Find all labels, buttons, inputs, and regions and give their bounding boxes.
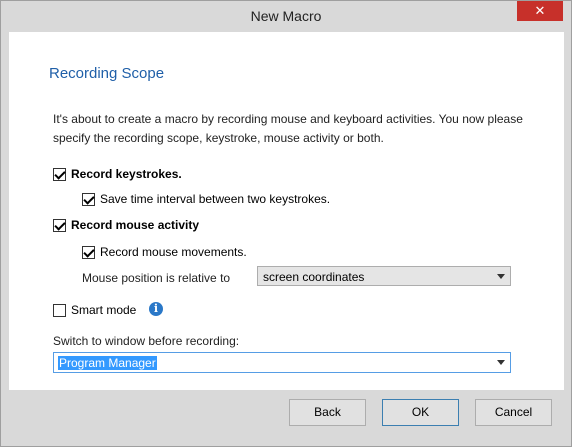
record-mouse-movements-label: Record mouse movements. bbox=[100, 245, 247, 259]
record-keystrokes-label: Record keystrokes. bbox=[71, 167, 182, 181]
page-heading: Recording Scope bbox=[49, 65, 165, 82]
new-macro-dialog: New Macro ✕ Recording Scope It's about t… bbox=[0, 0, 572, 447]
switch-window-value[interactable]: Program Manager bbox=[58, 356, 157, 370]
checkbox-box[interactable] bbox=[53, 218, 66, 232]
page-description: It's about to create a macro by recordin… bbox=[53, 112, 523, 145]
record-keystrokes-checkbox[interactable]: Record keystrokes. bbox=[53, 165, 182, 183]
smart-mode-label: Smart mode bbox=[71, 303, 137, 317]
smart-mode-checkbox[interactable]: Smart mode bbox=[53, 301, 136, 319]
checkbox-box[interactable] bbox=[82, 192, 95, 206]
window-title: New Macro bbox=[250, 8, 322, 24]
checkbox-box[interactable] bbox=[82, 245, 95, 259]
switch-window-combo[interactable]: Program Manager bbox=[53, 352, 511, 373]
chevron-down-icon[interactable] bbox=[497, 360, 505, 365]
close-button[interactable]: ✕ bbox=[517, 1, 563, 21]
dialog-content: Recording Scope It's about to create a m… bbox=[9, 32, 564, 390]
mouse-position-select[interactable]: screen coordinates bbox=[257, 266, 511, 286]
mouse-position-label: Mouse position is relative to bbox=[82, 271, 231, 285]
save-time-interval-checkbox[interactable]: Save time interval between two keystroke… bbox=[82, 190, 330, 208]
checkbox-box[interactable] bbox=[53, 303, 66, 317]
chevron-down-icon bbox=[497, 274, 505, 279]
info-icon[interactable]: i bbox=[149, 302, 163, 316]
mouse-position-value: screen coordinates bbox=[263, 270, 365, 284]
close-icon: ✕ bbox=[534, 3, 546, 18]
checkbox-box[interactable] bbox=[53, 167, 66, 181]
title-bar: New Macro ✕ bbox=[1, 1, 571, 31]
ok-button[interactable]: OK bbox=[382, 399, 459, 426]
cancel-button[interactable]: Cancel bbox=[475, 399, 552, 426]
switch-window-label: Switch to window before recording: bbox=[53, 334, 240, 348]
record-mouse-activity-checkbox[interactable]: Record mouse activity bbox=[53, 216, 199, 234]
record-mouse-activity-label: Record mouse activity bbox=[71, 218, 200, 232]
save-time-interval-label: Save time interval between two keystroke… bbox=[100, 192, 331, 206]
back-button[interactable]: Back bbox=[289, 399, 366, 426]
record-mouse-movements-checkbox[interactable]: Record mouse movements. bbox=[82, 243, 247, 261]
